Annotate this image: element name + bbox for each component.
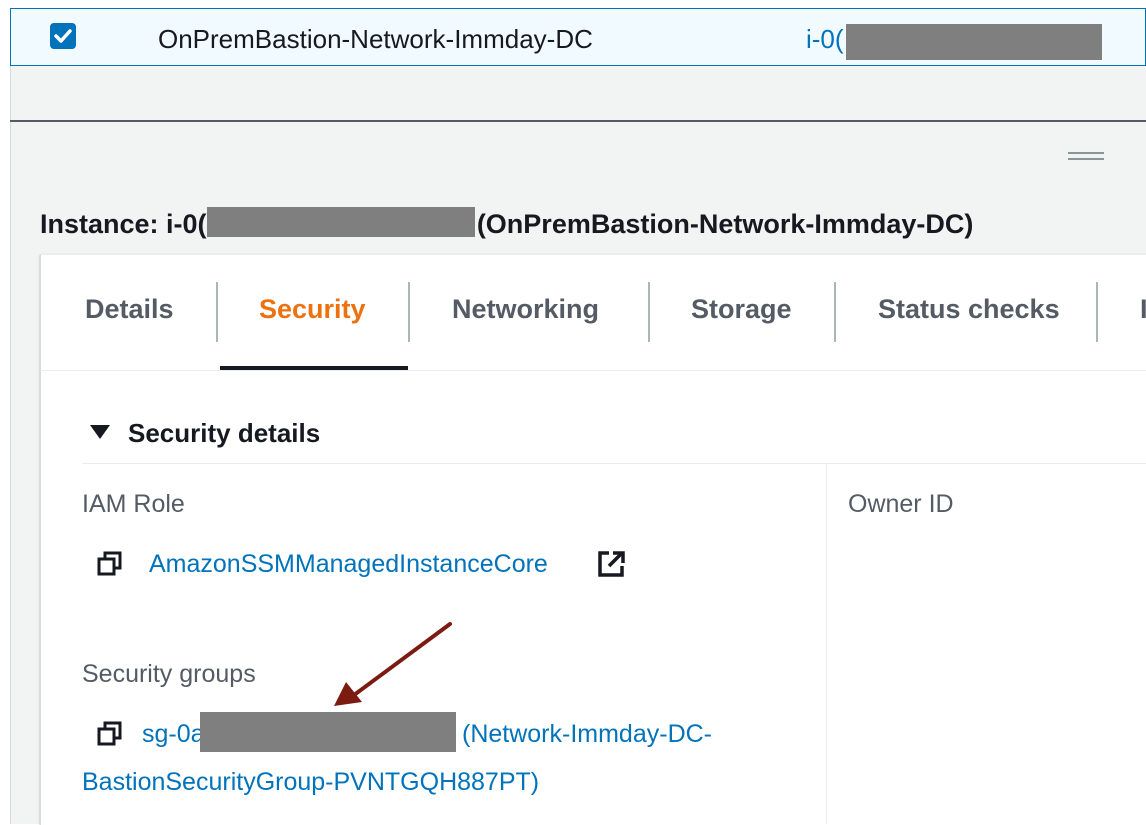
- copy-icon[interactable]: [96, 720, 124, 748]
- tab-separator: [1096, 282, 1098, 342]
- copy-icon[interactable]: [96, 550, 124, 578]
- security-details-header[interactable]: Security details: [90, 418, 320, 449]
- tab-storage[interactable]: Storage: [691, 294, 792, 325]
- tab-separator: [648, 282, 650, 342]
- iam-role-link[interactable]: AmazonSSMManagedInstanceCore: [149, 550, 548, 579]
- tab-networking[interactable]: Networking: [452, 294, 599, 325]
- drag-handle-icon[interactable]: [1068, 152, 1104, 162]
- external-link-icon[interactable]: [597, 549, 627, 579]
- security-group-name-line2[interactable]: BastionSecurityGroup-PVNTGQH887PT): [82, 768, 539, 797]
- tab-separator: [216, 282, 218, 342]
- instance-id-link[interactable]: i-0(: [806, 24, 844, 55]
- redacted-instance-id: [846, 24, 1102, 60]
- tab-status-checks[interactable]: Status checks: [878, 294, 1060, 325]
- instance-name-cell: OnPremBastion-Network-Immday-DC: [158, 24, 593, 54]
- owner-id-label: Owner ID: [848, 490, 954, 518]
- security-group-name-line1[interactable]: (Network-Immday-DC-: [462, 720, 712, 749]
- tab-separator: [408, 282, 410, 342]
- instance-title: Instance: i-0( (OnPremBastion-Network-Im…: [40, 207, 973, 240]
- iam-role-label: IAM Role: [82, 490, 185, 518]
- tab-details[interactable]: Details: [85, 294, 174, 325]
- active-tab-indicator: [220, 366, 408, 370]
- security-details-title: Security details: [128, 418, 321, 448]
- column-divider: [826, 463, 827, 824]
- redacted-security-group-id: [200, 712, 456, 752]
- instance-title-name: (OnPremBastion-Network-Immday-DC): [476, 209, 974, 239]
- annotation-arrow-icon: [334, 622, 452, 706]
- caret-down-icon: [90, 425, 110, 439]
- security-group-id-link[interactable]: sg-0a: [142, 720, 205, 749]
- table-footer-area: [10, 66, 1146, 120]
- redacted-instance-id: [206, 207, 475, 237]
- instance-title-prefix: Instance: i-0(: [40, 209, 207, 239]
- tab-monitoring[interactable]: I: [1140, 294, 1146, 325]
- tab-separator: [834, 282, 836, 342]
- security-groups-label: Security groups: [82, 660, 256, 688]
- tab-security[interactable]: Security: [259, 294, 366, 325]
- section-divider: [82, 463, 1146, 464]
- checkbox-checked-icon[interactable]: [50, 23, 76, 49]
